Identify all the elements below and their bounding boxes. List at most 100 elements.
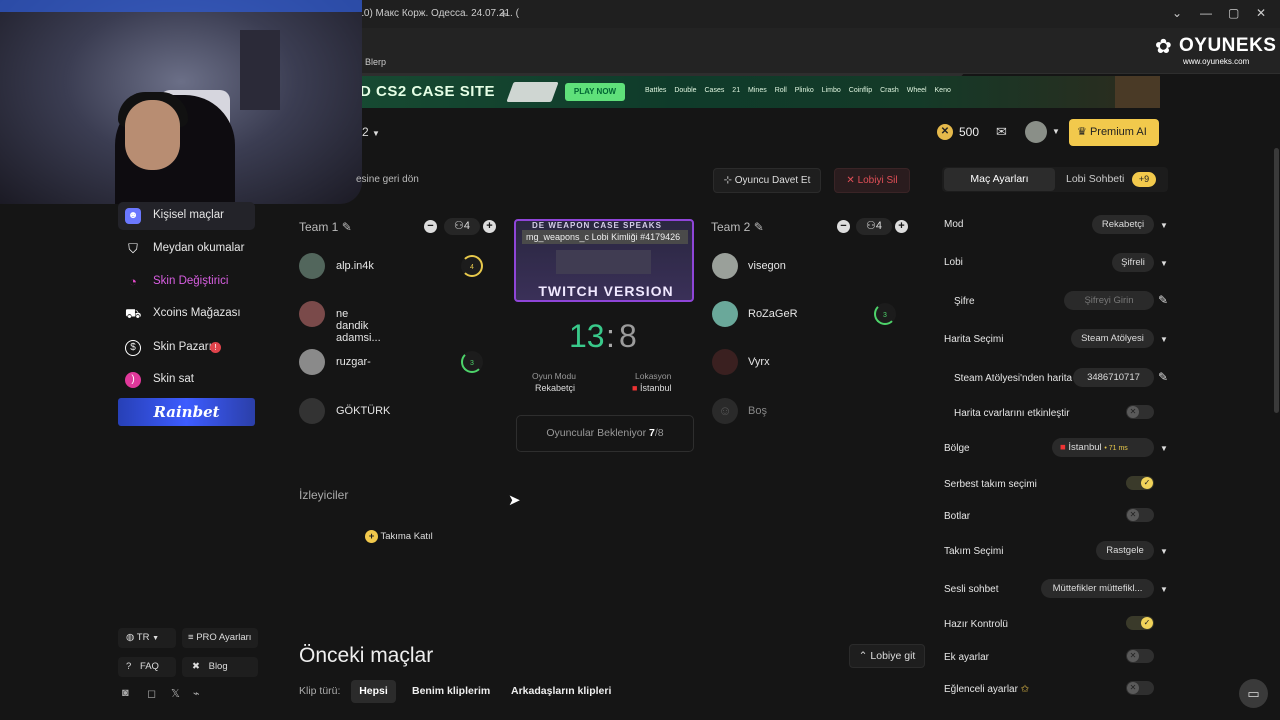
steam-icon[interactable]: ⌁ (193, 687, 200, 700)
setting-region-label: Bölge (944, 443, 970, 454)
coin-balance[interactable]: 500 (959, 125, 979, 139)
setting-password-label: Şifre (954, 296, 975, 307)
invite-player-button[interactable]: ⊹ Oyuncu Davet Et (713, 168, 821, 193)
edit-pencil-icon[interactable]: ✎ (1158, 293, 1168, 307)
support-chat-icon[interactable]: ▭ (1239, 679, 1268, 708)
partial-select[interactable]: 2 ▼ (362, 125, 380, 139)
maximize-icon[interactable]: ▢ (1228, 6, 1239, 20)
x-icon: ✕ (1127, 509, 1139, 521)
go-to-lobby-button[interactable]: ⌃ Lobiye git (849, 644, 925, 668)
sidebar-item-skin-market[interactable]: $ Skin Pazarı ! (118, 334, 255, 362)
clip-tab-all[interactable]: Hepsi (351, 680, 396, 703)
free-team-toggle[interactable]: ✓ (1126, 476, 1154, 490)
edit-pencil-icon[interactable]: ✎ (754, 220, 764, 234)
map-info-strip: mg_weapons_c Lobi Kimliği #4179426 (522, 230, 688, 244)
clip-tab-mine[interactable]: Benim kliplerim (412, 685, 490, 697)
clip-tab-friends[interactable]: Arkadaşların klipleri (511, 685, 611, 697)
shield-icon: ⛉ (128, 241, 138, 256)
ready-check-toggle[interactable]: ✓ (1126, 616, 1154, 630)
team2-minus-button[interactable]: − (837, 220, 850, 233)
pro-settings-button[interactable]: ≡ PRO Ayarları (182, 628, 258, 648)
player-name: ne dandik adamsi... (336, 308, 381, 344)
password-input[interactable]: Şifreyi Girin (1064, 291, 1154, 310)
setting-voice-select[interactable]: Müttefikler müttefikl... (1041, 579, 1154, 598)
team1-minus-button[interactable]: − (424, 220, 437, 233)
setting-lobby-select[interactable]: Şifreli (1112, 253, 1154, 272)
setting-ready-label: Hazır Kontrolü (944, 619, 1008, 630)
lobby-id: Lobi Kimliği #4179426 (591, 232, 681, 242)
user-avatar[interactable] (1025, 121, 1047, 143)
sidebar-item-challenges[interactable]: ⛉ Meydan okumalar (118, 235, 255, 263)
setting-mod-select[interactable]: Rekabetçi (1092, 215, 1154, 234)
faq-button[interactable]: ? FAQ (118, 657, 176, 677)
new-tab-icon[interactable]: + (500, 6, 508, 21)
edit-pencil-icon[interactable]: ✎ (342, 220, 352, 234)
extra-settings-toggle[interactable]: ✕ (1126, 649, 1154, 663)
sidebar-item-skin-changer[interactable]: ◔ Skin Değiştirici (118, 268, 255, 296)
blog-button[interactable]: ✖ Blog (182, 657, 258, 677)
banner-title: D CS2 CASE SITE (360, 83, 496, 100)
tab-match-settings[interactable]: Maç Ayarları (944, 168, 1055, 191)
rainbet-ad[interactable]: Rainbet (118, 398, 255, 426)
tab-title[interactable]: (10) Макс Корж. Одесса. 24.07.21. ( (355, 8, 519, 19)
premium-button[interactable]: ♛ Premium AI (1069, 119, 1159, 146)
users-small-icon: ⚇ (866, 220, 876, 232)
team2-plus-button[interactable]: + (895, 220, 908, 233)
close-window-icon[interactable]: ✕ (1256, 6, 1266, 20)
setting-map-select[interactable]: Steam Atölyesi (1071, 329, 1154, 348)
edit-pencil-icon[interactable]: ✎ (1158, 370, 1168, 384)
setting-mod-label: Mod (944, 219, 964, 230)
check-icon: ✓ (1141, 477, 1153, 489)
join-team-button[interactable]: + Takıma Katıl (365, 530, 433, 543)
instagram-icon[interactable]: ◻ (147, 687, 156, 700)
page-scrollbar[interactable] (1274, 148, 1279, 413)
delete-lobby-button[interactable]: ✕ Lobiyi Sil (834, 168, 910, 193)
fun-settings-toggle[interactable]: ✕ (1126, 681, 1154, 695)
team1-plus-button[interactable]: + (483, 220, 496, 233)
player-name: Vyrx (748, 356, 770, 368)
x-icon: ✕ (1127, 650, 1139, 662)
user-menu-caret-icon[interactable]: ▼ (1052, 127, 1060, 136)
player-name: visegon (748, 260, 786, 272)
chevron-down-icon[interactable]: ▼ (1160, 585, 1168, 594)
setting-team-select[interactable]: Rastgele (1096, 541, 1154, 560)
skin-changer-icon: ◔ (129, 274, 137, 289)
banner-rifle-image (506, 82, 559, 102)
avatar (299, 253, 325, 279)
bots-toggle[interactable]: ✕ (1126, 508, 1154, 522)
back-link[interactable]: esine geri dön (356, 174, 419, 185)
bookmark-blerp[interactable]: Blerp (365, 57, 386, 67)
avatar (712, 301, 738, 327)
team2-label: Team 2 ✎ (711, 220, 764, 234)
x-twitter-icon[interactable]: 𝕏 (171, 687, 180, 700)
chevron-down-icon[interactable]: ▼ (1160, 259, 1168, 268)
tab-list-icon[interactable]: ⌄ (1172, 6, 1182, 20)
sell-icon: ) (125, 372, 141, 388)
setting-workshop-map-label: Steam Atölyesi'nden harita (954, 373, 1073, 384)
workshop-map-input[interactable]: 3486710717 (1073, 368, 1154, 387)
close-icon: ✕ (846, 175, 855, 186)
inbox-icon[interactable]: ✉ (996, 124, 1007, 140)
chevron-down-icon[interactable]: ▼ (1160, 335, 1168, 344)
banner-play-button[interactable]: PLAY NOW (565, 83, 625, 101)
chevron-down-icon[interactable]: ▼ (1160, 444, 1168, 453)
ad-banner[interactable]: D CS2 CASE SITE PLAY NOW Battles Double … (350, 76, 1160, 108)
spectators-label: İzleyiciler (299, 488, 349, 502)
level-badge: 3 (874, 303, 896, 325)
setting-map-cvars-label: Harita cvarlarını etkinleştir (954, 408, 1070, 419)
chevron-down-icon[interactable]: ▼ (1160, 221, 1168, 230)
discord-icon[interactable]: ◙ (122, 687, 129, 699)
chevron-down-icon[interactable]: ▼ (1160, 547, 1168, 556)
setting-region-select[interactable]: ■ İstanbul • 71 ms (1052, 438, 1154, 457)
language-select[interactable]: ◍ TR ▼ (118, 628, 176, 648)
turkey-flag-icon: ■ (632, 383, 638, 393)
previous-matches-title: Önceki maçlar (299, 644, 434, 667)
sidebar-item-xcoins-shop[interactable]: ⛟ Xcoins Mağazası (118, 300, 255, 328)
waiting-players-box: Oyuncular Bekleniyor 7/8 (516, 415, 694, 452)
tab-lobby-chat[interactable]: Lobi Sohbeti (1066, 173, 1124, 185)
map-card[interactable]: DE WEAPON CASE SPEAKS mg_weapons_c Lobi … (514, 219, 694, 302)
sidebar-item-sell-skin[interactable]: ) Skin sat (118, 366, 255, 394)
map-cvars-toggle[interactable]: ✕ (1126, 405, 1154, 419)
minimize-icon[interactable]: — (1200, 6, 1212, 20)
sidebar-item-personal-matches[interactable]: ☻ Kişisel maçlar (118, 202, 255, 230)
